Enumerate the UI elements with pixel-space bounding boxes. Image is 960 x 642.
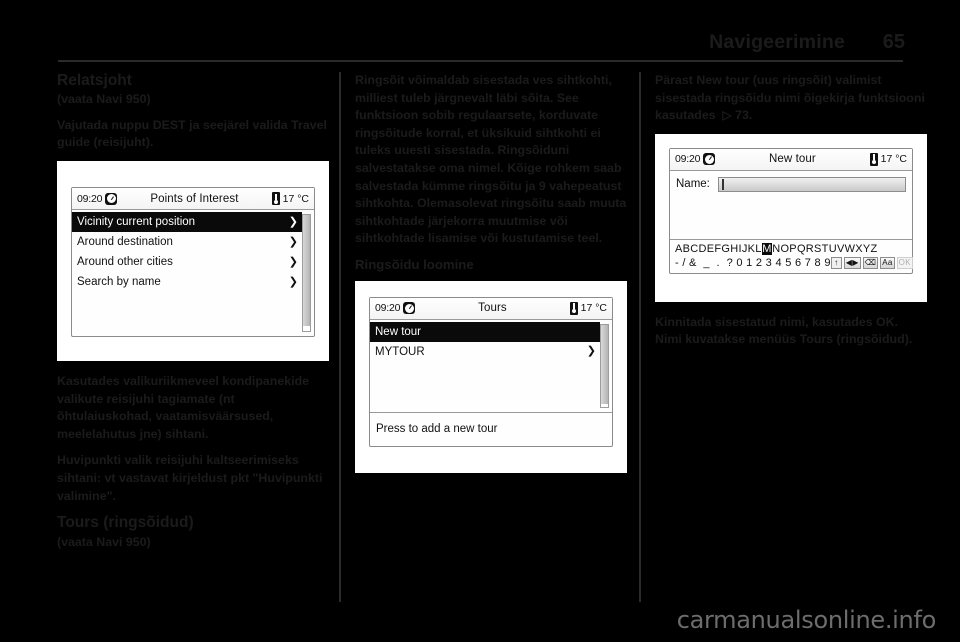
name-entry-row: Name: [670,171,912,192]
scrollbar[interactable] [302,214,311,332]
chevron-right-icon: ❯ [288,215,298,228]
section-heading-reisijuht: Relatsjoht [57,72,132,89]
list-item-label: New tour [375,325,422,338]
scrollbar-thumb[interactable] [601,324,608,404]
keyboard-symbols[interactable]: - / & _ . ? 0 1 2 3 4 5 6 7 8 9 [675,257,831,269]
column-3: Pärast New tour (uus ringsõit) valimist … [655,72,927,358]
list-item[interactable]: Search by name ❯ [72,272,302,292]
display-title: Points of Interest [150,192,239,205]
scrollbar-thumb[interactable] [303,215,310,327]
tours-list: New tour MYTOUR ❯ [370,321,600,412]
manual-page: Navigeerimine 65 Relatsjoht (vaata Navi … [0,0,960,642]
list-item[interactable]: Vicinity current position ❯ [72,212,302,232]
column1-paragraph-1: Vajutada nuppu DEST ja seejärel valida T… [57,117,327,150]
section-heading-tours: Tours (ringsõidud) [57,514,194,532]
display-list-area: Vicinity current position ❯ Around desti… [72,210,314,336]
cursor-arrows-icon[interactable]: ◀▶ [843,256,861,269]
keyboard-function-keys: ↑ ◀▶ ⌫ Aa OK [830,256,913,269]
status-temperature: 17 °C [880,153,907,166]
column3-paragraph-2: Kinnitada sisestatud nimi, kasutades OK.… [655,314,913,347]
keyboard-letters-after[interactable]: NOPQRSTUVWXYZ [772,243,877,255]
display-hint-bar: Press to add a new tour [370,411,612,446]
page-header: Navigeerimine 65 [55,14,905,54]
column1-paragraph-2: Huvipunkti valik reisijuhi kaltseerimise… [57,453,323,503]
keyboard-row-letters: ABCDEFGHIJKL M NOPQRSTUVWXYZ [675,242,907,255]
list-item[interactable]: Around destination ❯ [72,232,302,252]
thermometer-icon [569,301,578,315]
keyboard-letters-before[interactable]: ABCDEFGHIJKL [675,243,762,255]
display-points-of-interest: 09:20 Points of Interest 17 °C Vicinity … [71,187,315,337]
display-statusbar: 09:20 New tour 17 °C [670,148,912,171]
scrollbar[interactable] [600,323,609,408]
status-time: 09:20 [77,192,103,205]
status-right: 17 °C [569,301,607,315]
display-statusbar: 09:20 Tours 17 °C [370,297,612,320]
column-divider-1 [339,72,341,602]
display-new-tour: 09:20 New tour 17 °C Name: ABCDEFGHIJKL … [669,147,913,274]
display-statusbar: 09:20 Points of Interest 17 °C [72,188,314,210]
status-time: 09:20 [375,302,401,315]
chevron-right-icon: ❯ [288,255,298,268]
column1-figure-caption: Kasutades valikuriikmeveel kondipanekide… [57,374,310,441]
status-right: 17 °C [869,152,907,166]
status-temperature: 17 °C [282,192,309,205]
column3-paragraph-1: Pärast New tour (uus ringsõit) valimist … [655,72,927,125]
chevron-right-icon: ❯ [288,235,298,248]
column-2: Ringsõit võimaldab sisestada ves sihtkoh… [355,72,627,485]
column-1: Relatsjoht (vaata Navi 950) Vajutada nup… [57,72,329,559]
figure-new-tour: 09:20 New tour 17 °C Name: ABCDEFGHIJKL … [655,133,927,302]
text-caret [721,179,724,191]
case-toggle-button[interactable]: Aa [880,256,895,269]
reference-arrow-icon: ▷ [719,108,732,123]
list-item[interactable]: Around other cities ❯ [72,252,302,272]
status-temperature: 17 °C [580,302,607,315]
clock-icon [403,302,416,315]
chevron-right-icon: ❯ [288,275,298,288]
poi-list: Vicinity current position ❯ Around desti… [72,212,302,336]
clock-icon [105,192,118,205]
list-item[interactable]: MYTOUR ❯ [370,342,600,362]
display-list-area: New tour MYTOUR ❯ [370,320,612,412]
status-right: 17 °C [271,192,309,205]
backspace-icon[interactable]: ⌫ [862,256,879,269]
list-item[interactable]: New tour [370,321,600,342]
clock-icon [703,153,716,166]
ok-button[interactable]: OK [896,256,913,269]
display-hint-text: Press to add a new tour [376,423,498,436]
name-field-label: Name: [676,178,710,191]
page-number: 65 [882,31,905,53]
name-input[interactable] [717,176,906,192]
onscreen-keyboard: ABCDEFGHIJKL M NOPQRSTUVWXYZ - / & _ . ? 0… [670,238,913,273]
column2-paragraph-1: Ringsõit võimaldab sisestada ves sihtkoh… [355,73,627,246]
column3-paragraph-1-ref: 73. [735,108,753,123]
keyboard-row-symbols: - / & _ . ? 0 1 2 3 4 5 6 7 8 9 ↑ ◀▶ ⌫ A… [675,256,913,269]
figure-points-of-interest: 09:20 Points of Interest 17 °C Vicinity … [57,161,329,361]
section-subref-reisijuht: (vaata Navi 950) [57,92,151,107]
display-tours: 09:20 Tours 17 °C New tour MYTOUR ❯ Pres… [369,296,613,447]
column3-paragraph-1-text: Pärast New tour (uus ringsõit) valimist … [655,73,925,123]
section-subref-tours: (vaata Navi 950) [57,534,151,549]
list-item-label: Vicinity current position [77,216,196,228]
list-item-label: MYTOUR [375,345,425,358]
display-title: Tours [478,302,507,315]
display-empty-space [670,192,912,239]
list-item-label: Around destination [77,236,173,248]
subsection-heading-create-tour: Ringsõidu loomine [355,257,474,273]
keyboard-key-selected[interactable]: M [761,242,773,255]
header-rule [58,60,903,62]
page-title: Navigeerimine [709,31,845,53]
thermometer-icon [869,152,878,166]
figure-tours: 09:20 Tours 17 °C New tour MYTOUR ❯ Pres… [355,280,627,473]
watermark: carmanualsonline.info [676,606,937,634]
column-divider-2 [639,72,641,602]
list-item-label: Search by name [77,276,161,288]
list-item-label: Around other cities [77,256,173,268]
status-time: 09:20 [675,153,701,166]
display-title: New tour [769,153,816,166]
thermometer-icon [271,192,280,205]
chevron-right-icon: ❯ [586,345,596,358]
shift-icon[interactable]: ↑ [830,256,842,269]
